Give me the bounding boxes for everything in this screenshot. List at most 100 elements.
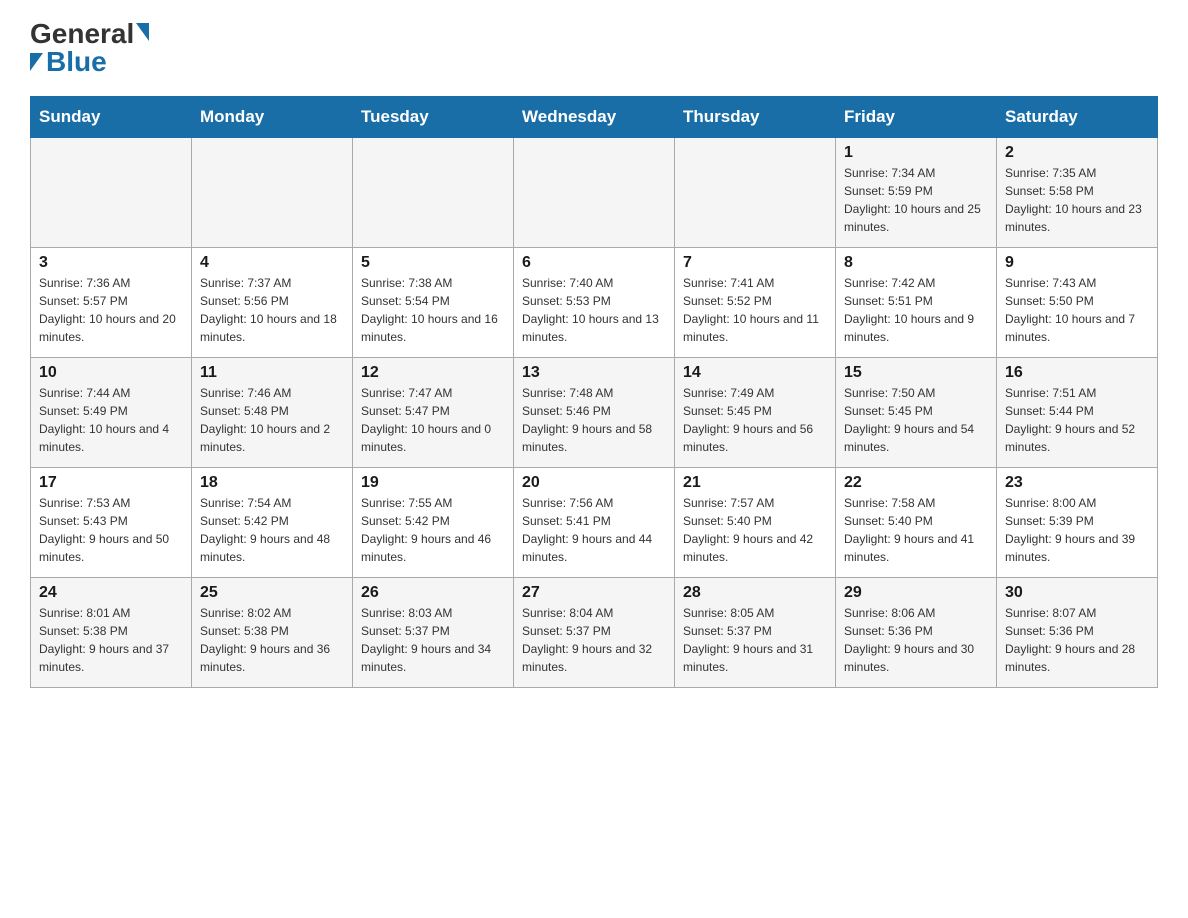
calendar-cell <box>192 138 353 248</box>
calendar-cell: 23 Sunrise: 8:00 AMSunset: 5:39 PMDaylig… <box>997 468 1158 578</box>
sun-info: Sunrise: 7:55 AMSunset: 5:42 PMDaylight:… <box>361 494 505 566</box>
header-wednesday: Wednesday <box>514 97 675 138</box>
calendar-cell: 12 Sunrise: 7:47 AMSunset: 5:47 PMDaylig… <box>353 358 514 468</box>
header-sunday: Sunday <box>31 97 192 138</box>
calendar-cell: 13 Sunrise: 7:48 AMSunset: 5:46 PMDaylig… <box>514 358 675 468</box>
sun-info: Sunrise: 7:53 AMSunset: 5:43 PMDaylight:… <box>39 494 183 566</box>
sun-info: Sunrise: 7:44 AMSunset: 5:49 PMDaylight:… <box>39 384 183 456</box>
calendar-cell: 25 Sunrise: 8:02 AMSunset: 5:38 PMDaylig… <box>192 578 353 688</box>
calendar-table: Sunday Monday Tuesday Wednesday Thursday… <box>30 96 1158 688</box>
calendar-cell: 29 Sunrise: 8:06 AMSunset: 5:36 PMDaylig… <box>836 578 997 688</box>
logo-general-text: General <box>30 20 149 48</box>
calendar-cell: 28 Sunrise: 8:05 AMSunset: 5:37 PMDaylig… <box>675 578 836 688</box>
day-number: 18 <box>200 474 344 492</box>
calendar-cell: 21 Sunrise: 7:57 AMSunset: 5:40 PMDaylig… <box>675 468 836 578</box>
calendar-week-row: 10 Sunrise: 7:44 AMSunset: 5:49 PMDaylig… <box>31 358 1158 468</box>
calendar-header-row: Sunday Monday Tuesday Wednesday Thursday… <box>31 97 1158 138</box>
page-header: General Blue <box>30 20 1158 76</box>
header-saturday: Saturday <box>997 97 1158 138</box>
sun-info: Sunrise: 7:54 AMSunset: 5:42 PMDaylight:… <box>200 494 344 566</box>
header-thursday: Thursday <box>675 97 836 138</box>
logo: General Blue <box>30 20 149 76</box>
day-number: 9 <box>1005 254 1149 272</box>
day-number: 30 <box>1005 584 1149 602</box>
sun-info: Sunrise: 7:46 AMSunset: 5:48 PMDaylight:… <box>200 384 344 456</box>
day-number: 24 <box>39 584 183 602</box>
calendar-cell: 1 Sunrise: 7:34 AMSunset: 5:59 PMDayligh… <box>836 138 997 248</box>
day-number: 21 <box>683 474 827 492</box>
calendar-cell: 16 Sunrise: 7:51 AMSunset: 5:44 PMDaylig… <box>997 358 1158 468</box>
day-number: 11 <box>200 364 344 382</box>
day-number: 13 <box>522 364 666 382</box>
day-number: 6 <box>522 254 666 272</box>
day-number: 20 <box>522 474 666 492</box>
sun-info: Sunrise: 7:56 AMSunset: 5:41 PMDaylight:… <box>522 494 666 566</box>
sun-info: Sunrise: 7:50 AMSunset: 5:45 PMDaylight:… <box>844 384 988 456</box>
day-number: 7 <box>683 254 827 272</box>
sun-info: Sunrise: 7:40 AMSunset: 5:53 PMDaylight:… <box>522 274 666 346</box>
calendar-cell: 17 Sunrise: 7:53 AMSunset: 5:43 PMDaylig… <box>31 468 192 578</box>
calendar-cell: 26 Sunrise: 8:03 AMSunset: 5:37 PMDaylig… <box>353 578 514 688</box>
sun-info: Sunrise: 8:00 AMSunset: 5:39 PMDaylight:… <box>1005 494 1149 566</box>
calendar-cell <box>353 138 514 248</box>
calendar-cell: 7 Sunrise: 7:41 AMSunset: 5:52 PMDayligh… <box>675 248 836 358</box>
sun-info: Sunrise: 8:04 AMSunset: 5:37 PMDaylight:… <box>522 604 666 676</box>
calendar-cell: 30 Sunrise: 8:07 AMSunset: 5:36 PMDaylig… <box>997 578 1158 688</box>
day-number: 12 <box>361 364 505 382</box>
calendar-cell: 27 Sunrise: 8:04 AMSunset: 5:37 PMDaylig… <box>514 578 675 688</box>
day-number: 5 <box>361 254 505 272</box>
calendar-week-row: 17 Sunrise: 7:53 AMSunset: 5:43 PMDaylig… <box>31 468 1158 578</box>
sun-info: Sunrise: 7:34 AMSunset: 5:59 PMDaylight:… <box>844 164 988 236</box>
calendar-cell: 3 Sunrise: 7:36 AMSunset: 5:57 PMDayligh… <box>31 248 192 358</box>
calendar-cell <box>514 138 675 248</box>
calendar-cell <box>675 138 836 248</box>
day-number: 17 <box>39 474 183 492</box>
calendar-cell: 24 Sunrise: 8:01 AMSunset: 5:38 PMDaylig… <box>31 578 192 688</box>
calendar-cell: 19 Sunrise: 7:55 AMSunset: 5:42 PMDaylig… <box>353 468 514 578</box>
sun-info: Sunrise: 7:43 AMSunset: 5:50 PMDaylight:… <box>1005 274 1149 346</box>
day-number: 14 <box>683 364 827 382</box>
calendar-cell: 10 Sunrise: 7:44 AMSunset: 5:49 PMDaylig… <box>31 358 192 468</box>
day-number: 3 <box>39 254 183 272</box>
day-number: 1 <box>844 144 988 162</box>
sun-info: Sunrise: 7:48 AMSunset: 5:46 PMDaylight:… <box>522 384 666 456</box>
sun-info: Sunrise: 7:47 AMSunset: 5:47 PMDaylight:… <box>361 384 505 456</box>
sun-info: Sunrise: 7:42 AMSunset: 5:51 PMDaylight:… <box>844 274 988 346</box>
calendar-cell: 6 Sunrise: 7:40 AMSunset: 5:53 PMDayligh… <box>514 248 675 358</box>
calendar-cell: 8 Sunrise: 7:42 AMSunset: 5:51 PMDayligh… <box>836 248 997 358</box>
header-friday: Friday <box>836 97 997 138</box>
calendar-week-row: 1 Sunrise: 7:34 AMSunset: 5:59 PMDayligh… <box>31 138 1158 248</box>
sun-info: Sunrise: 7:36 AMSunset: 5:57 PMDaylight:… <box>39 274 183 346</box>
sun-info: Sunrise: 8:01 AMSunset: 5:38 PMDaylight:… <box>39 604 183 676</box>
logo-blue-text: Blue <box>30 48 107 76</box>
day-number: 25 <box>200 584 344 602</box>
calendar-cell <box>31 138 192 248</box>
day-number: 22 <box>844 474 988 492</box>
sun-info: Sunrise: 7:38 AMSunset: 5:54 PMDaylight:… <box>361 274 505 346</box>
sun-info: Sunrise: 8:06 AMSunset: 5:36 PMDaylight:… <box>844 604 988 676</box>
sun-info: Sunrise: 7:35 AMSunset: 5:58 PMDaylight:… <box>1005 164 1149 236</box>
day-number: 27 <box>522 584 666 602</box>
day-number: 15 <box>844 364 988 382</box>
calendar-cell: 11 Sunrise: 7:46 AMSunset: 5:48 PMDaylig… <box>192 358 353 468</box>
sun-info: Sunrise: 8:02 AMSunset: 5:38 PMDaylight:… <box>200 604 344 676</box>
day-number: 2 <box>1005 144 1149 162</box>
day-number: 23 <box>1005 474 1149 492</box>
calendar-cell: 9 Sunrise: 7:43 AMSunset: 5:50 PMDayligh… <box>997 248 1158 358</box>
day-number: 19 <box>361 474 505 492</box>
calendar-week-row: 3 Sunrise: 7:36 AMSunset: 5:57 PMDayligh… <box>31 248 1158 358</box>
sun-info: Sunrise: 8:07 AMSunset: 5:36 PMDaylight:… <box>1005 604 1149 676</box>
sun-info: Sunrise: 7:58 AMSunset: 5:40 PMDaylight:… <box>844 494 988 566</box>
calendar-cell: 18 Sunrise: 7:54 AMSunset: 5:42 PMDaylig… <box>192 468 353 578</box>
calendar-week-row: 24 Sunrise: 8:01 AMSunset: 5:38 PMDaylig… <box>31 578 1158 688</box>
sun-info: Sunrise: 8:05 AMSunset: 5:37 PMDaylight:… <box>683 604 827 676</box>
calendar-cell: 22 Sunrise: 7:58 AMSunset: 5:40 PMDaylig… <box>836 468 997 578</box>
sun-info: Sunrise: 7:49 AMSunset: 5:45 PMDaylight:… <box>683 384 827 456</box>
day-number: 29 <box>844 584 988 602</box>
calendar-cell: 2 Sunrise: 7:35 AMSunset: 5:58 PMDayligh… <box>997 138 1158 248</box>
sun-info: Sunrise: 7:57 AMSunset: 5:40 PMDaylight:… <box>683 494 827 566</box>
sun-info: Sunrise: 8:03 AMSunset: 5:37 PMDaylight:… <box>361 604 505 676</box>
calendar-cell: 15 Sunrise: 7:50 AMSunset: 5:45 PMDaylig… <box>836 358 997 468</box>
day-number: 28 <box>683 584 827 602</box>
day-number: 8 <box>844 254 988 272</box>
